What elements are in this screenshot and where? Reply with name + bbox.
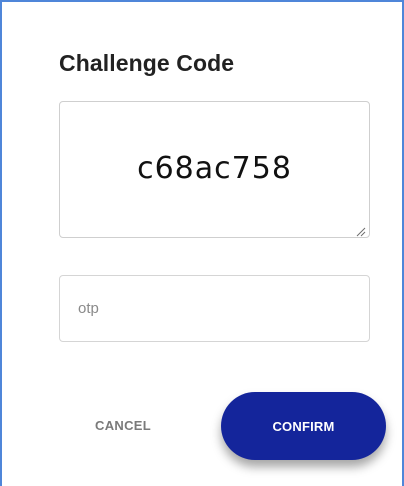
challenge-code-dialog: Challenge Code c68ac758 CANCEL CONFIRM — [0, 0, 404, 486]
cancel-button[interactable]: CANCEL — [80, 403, 220, 447]
otp-input[interactable] — [59, 275, 370, 342]
challenge-code-value: c68ac758 — [137, 150, 292, 186]
frame-top-edge — [0, 0, 404, 2]
confirm-button[interactable]: CONFIRM — [221, 392, 386, 460]
resize-grip-icon[interactable] — [356, 224, 366, 237]
dialog-title: Challenge Code — [59, 50, 235, 76]
frame-left-edge — [0, 0, 2, 486]
challenge-code-textarea[interactable]: c68ac758 — [59, 101, 370, 238]
